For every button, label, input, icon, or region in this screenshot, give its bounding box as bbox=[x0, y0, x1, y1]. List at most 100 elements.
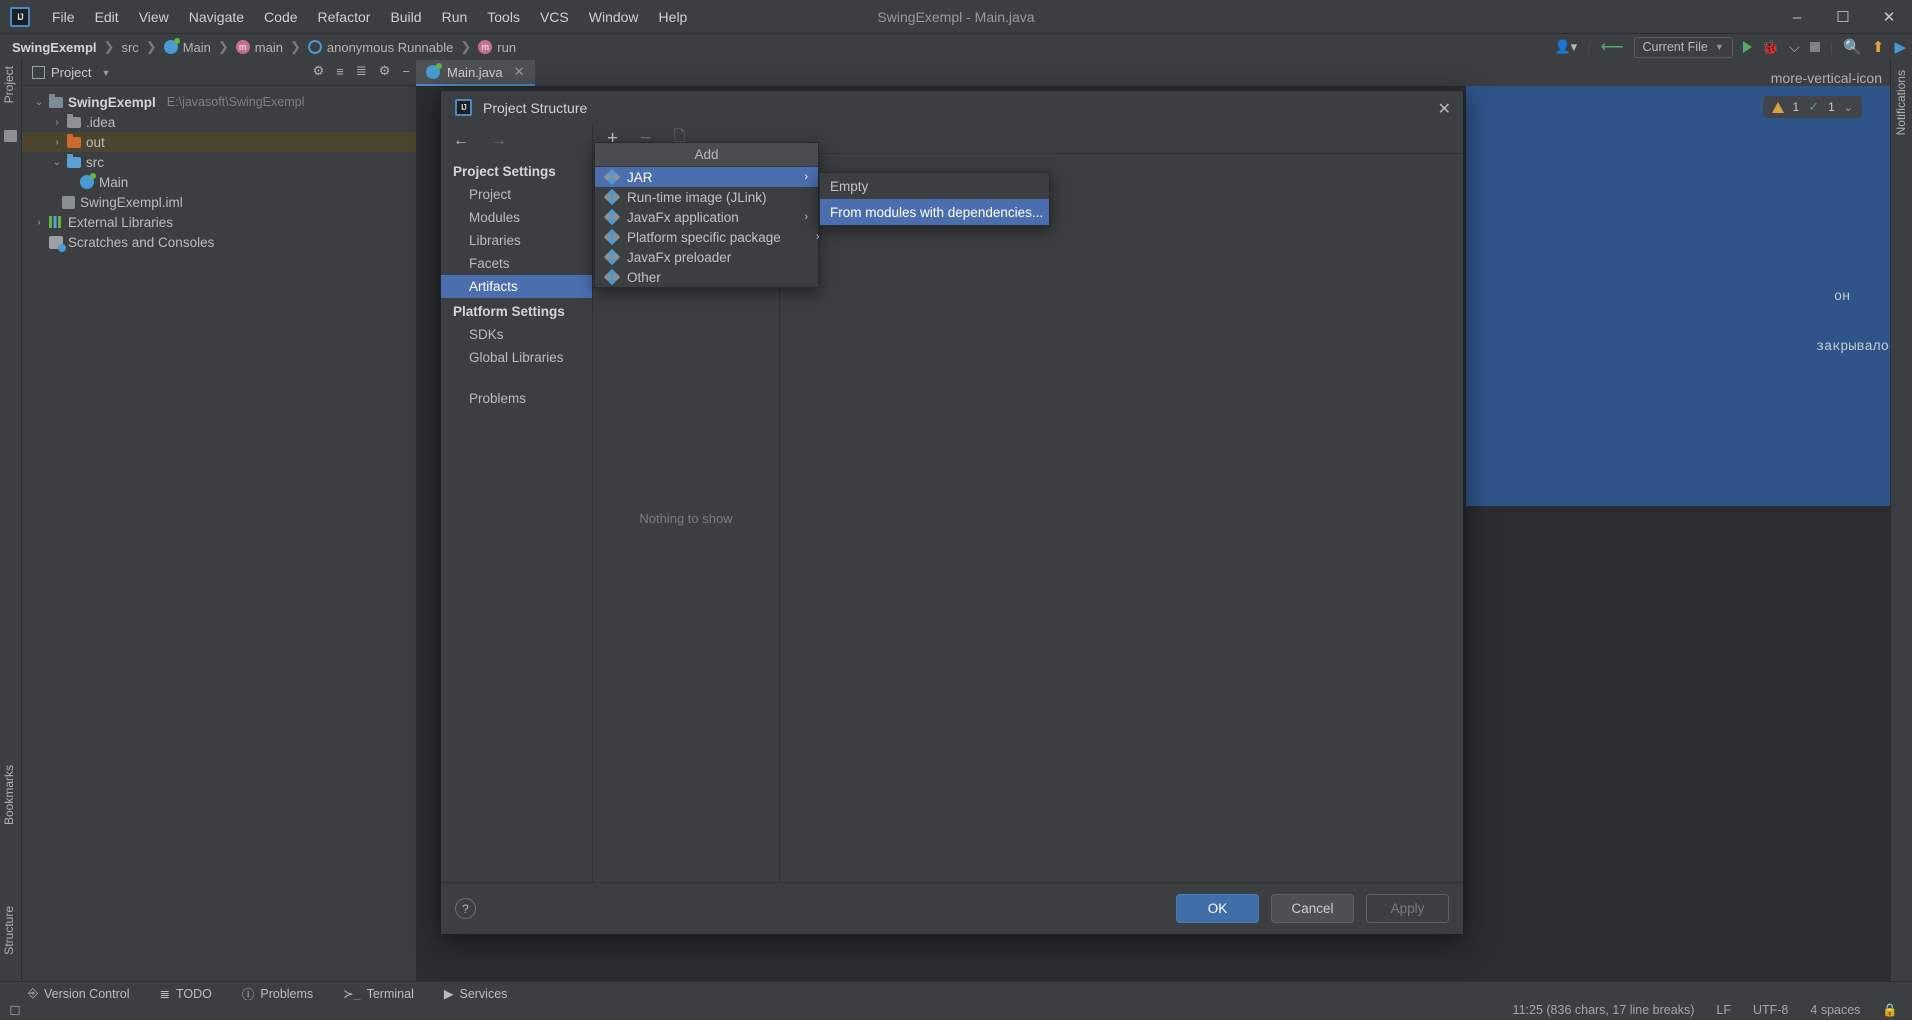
sidebar-item-global-libraries[interactable]: Global Libraries bbox=[441, 346, 592, 369]
menu-item-other[interactable]: Other bbox=[595, 267, 818, 287]
line-separator[interactable]: LF bbox=[1716, 1003, 1731, 1017]
breadcrumb-swingexempl[interactable]: SwingExempl bbox=[8, 38, 101, 57]
chevron-expanded-icon[interactable]: ⌄ bbox=[34, 97, 44, 108]
tool-window-bookmarks[interactable]: Bookmarks bbox=[2, 765, 16, 825]
chevron-down-icon[interactable]: ⌄ bbox=[1844, 101, 1853, 114]
menu-file[interactable]: File bbox=[42, 5, 85, 29]
menu-item-javafx-preloader[interactable]: JavaFx preloader bbox=[595, 247, 818, 267]
user-group-icon[interactable]: 👤▾ bbox=[1554, 39, 1577, 55]
menu-item-jar[interactable]: JAR › bbox=[595, 167, 818, 187]
tool-window-notifications[interactable]: Notifications bbox=[1894, 70, 1908, 135]
help-button[interactable]: ? bbox=[455, 898, 476, 919]
code-fragment: закрывалось bbox=[1816, 340, 1890, 355]
artifact-icon bbox=[603, 188, 620, 206]
hide-icon[interactable]: − bbox=[402, 64, 410, 79]
breadcrumb-src[interactable]: src bbox=[117, 38, 142, 57]
tree-node-scratches[interactable]: Scratches and Consoles bbox=[22, 232, 416, 252]
breadcrumb-main-class[interactable]: Main bbox=[160, 38, 215, 57]
nav-back-icon[interactable]: ← bbox=[453, 132, 469, 150]
settings-gear-icon[interactable]: ⚙ bbox=[313, 63, 325, 79]
chevron-down-icon[interactable]: ▼ bbox=[101, 68, 110, 78]
indent-setting[interactable]: 4 spaces bbox=[1810, 1003, 1860, 1017]
editor-tab-main-java[interactable]: Main.java ✕ bbox=[416, 60, 535, 86]
menu-build[interactable]: Build bbox=[380, 5, 431, 29]
editor-tab-actions: more-vertical-icon bbox=[1771, 70, 1890, 86]
tool-button-version-control[interactable]: ⎆ Version Control bbox=[28, 986, 129, 1001]
sidebar-item-problems[interactable]: Problems bbox=[441, 387, 592, 410]
run-icon[interactable] bbox=[1742, 41, 1752, 53]
minimize-button[interactable]: – bbox=[1774, 0, 1820, 34]
memory-indicator-icon[interactable]: ☐ bbox=[0, 1003, 30, 1018]
ai-assistant-icon[interactable]: ▶ bbox=[1894, 38, 1906, 56]
tree-node-src[interactable]: ⌄ src bbox=[22, 152, 416, 172]
file-encoding[interactable]: UTF-8 bbox=[1753, 1003, 1788, 1017]
tool-button-services[interactable]: ▶ Services bbox=[444, 986, 508, 1002]
menu-edit[interactable]: Edit bbox=[85, 5, 129, 29]
inspections-widget[interactable]: 1 ✓ 1 ⌄ bbox=[1762, 96, 1862, 118]
sidebar-item-facets[interactable]: Facets bbox=[441, 252, 592, 275]
sidebar-item-modules[interactable]: Modules bbox=[441, 206, 592, 229]
menu-item-runtime-image-jlink[interactable]: Run-time image (JLink) bbox=[595, 187, 818, 207]
maximize-button[interactable]: ☐ bbox=[1820, 0, 1866, 34]
collapse-all-icon[interactable]: ≡ bbox=[336, 64, 344, 79]
tree-node-swingexempl[interactable]: ⌄ SwingExempl E:\javasoft\SwingExempl bbox=[22, 92, 416, 112]
submenu-item-from-modules-with-dependencies[interactable]: From modules with dependencies... bbox=[820, 199, 1049, 225]
chevron-collapsed-icon[interactable]: › bbox=[34, 217, 44, 228]
menu-refactor[interactable]: Refactor bbox=[308, 5, 381, 29]
caret-position[interactable]: 11:25 (836 chars, 17 line breaks) bbox=[1513, 1003, 1695, 1017]
menu-item-label: JAR bbox=[627, 169, 653, 185]
project-panel-toolbar: ⚙ ≡ ≣ ⚙ − bbox=[313, 63, 410, 79]
tool-button-terminal[interactable]: ≻_ Terminal bbox=[343, 986, 414, 1002]
search-icon[interactable]: 🔍 bbox=[1843, 38, 1862, 56]
tool-button-todo[interactable]: ≣ TODO bbox=[159, 986, 211, 1002]
sidebar-item-libraries[interactable]: Libraries bbox=[441, 229, 592, 252]
update-project-icon[interactable]: ⬆ bbox=[1872, 38, 1885, 56]
tree-node-out[interactable]: › out bbox=[22, 132, 416, 152]
chevron-collapsed-icon[interactable]: › bbox=[52, 137, 62, 148]
menu-item-platform-specific-package[interactable]: Platform specific package › bbox=[595, 227, 820, 247]
sidebar-item-artifacts[interactable]: Artifacts bbox=[441, 275, 592, 298]
breadcrumb-anonymous-runnable[interactable]: anonymous Runnable bbox=[304, 38, 457, 57]
menu-view[interactable]: View bbox=[129, 5, 179, 29]
menu-navigate[interactable]: Navigate bbox=[179, 5, 254, 29]
close-window-button[interactable]: ✕ bbox=[1866, 0, 1912, 34]
menu-item-javafx-application[interactable]: JavaFx application › bbox=[595, 207, 818, 227]
menu-tools[interactable]: Tools bbox=[477, 5, 530, 29]
navigate-back-icon[interactable]: ⟵ bbox=[1601, 37, 1624, 57]
cancel-button[interactable]: Cancel bbox=[1271, 894, 1354, 923]
menu-item-label: Platform specific package bbox=[627, 229, 781, 245]
tree-node-external-libraries[interactable]: › External Libraries bbox=[22, 212, 416, 232]
tool-window-project[interactable]: Project bbox=[2, 66, 16, 103]
more-vertical-icon[interactable]: more-vertical-icon bbox=[1771, 70, 1882, 86]
tool-window-structure[interactable]: Structure bbox=[2, 906, 16, 955]
dialog-close-button[interactable]: ✕ bbox=[1438, 99, 1451, 119]
close-tab-icon[interactable]: ✕ bbox=[514, 64, 525, 80]
artifact-icon bbox=[603, 228, 620, 246]
debug-icon[interactable]: 🐞 bbox=[1762, 39, 1779, 56]
expand-icon[interactable]: ≣ bbox=[356, 63, 367, 79]
gear-icon[interactable]: ⚙ bbox=[379, 63, 391, 79]
tree-node-iml[interactable]: SwingExempl.iml bbox=[22, 192, 416, 212]
chevron-expanded-icon[interactable]: ⌄ bbox=[52, 157, 62, 168]
breadcrumb-main-method[interactable]: m main bbox=[232, 38, 287, 57]
menu-code[interactable]: Code bbox=[254, 5, 307, 29]
breadcrumb-run-method[interactable]: m run bbox=[474, 38, 520, 57]
menu-run[interactable]: Run bbox=[432, 5, 478, 29]
menu-vcs[interactable]: VCS bbox=[530, 5, 579, 29]
tree-node-main[interactable]: Main bbox=[22, 172, 416, 192]
chevron-collapsed-icon[interactable]: › bbox=[52, 117, 62, 128]
dialog-nav-arrows: ← → bbox=[441, 124, 592, 158]
stop-icon[interactable] bbox=[1809, 42, 1820, 52]
tree-node-idea[interactable]: › .idea bbox=[22, 112, 416, 132]
menu-window[interactable]: Window bbox=[579, 5, 649, 29]
sidebar-item-project[interactable]: Project bbox=[441, 183, 592, 206]
run-configuration-selector[interactable]: Current File ▼ bbox=[1633, 36, 1733, 58]
submenu-item-empty[interactable]: Empty bbox=[820, 173, 1049, 199]
sidebar-item-sdks[interactable]: SDKs bbox=[441, 323, 592, 346]
java-class-icon bbox=[80, 173, 96, 189]
ok-button[interactable]: OK bbox=[1176, 894, 1259, 923]
menu-help[interactable]: Help bbox=[649, 5, 698, 29]
run-coverage-icon[interactable]: ⌵ bbox=[1789, 39, 1800, 56]
lock-icon[interactable]: 🔒 bbox=[1882, 1003, 1898, 1018]
folder-icon[interactable] bbox=[4, 130, 17, 142]
